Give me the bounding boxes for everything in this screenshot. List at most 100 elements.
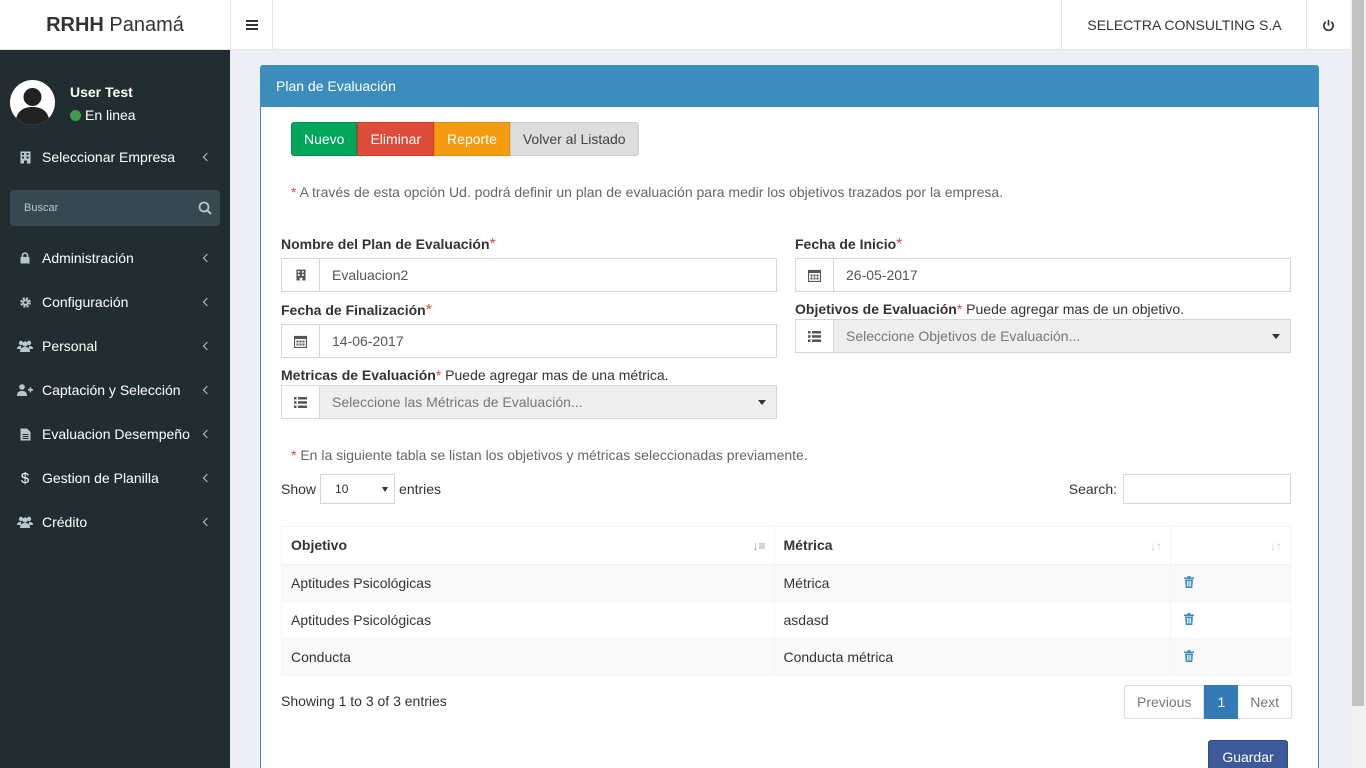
objectives-label: Objetivos de Evaluación* Puede agregar m…: [795, 301, 1184, 317]
objectives-placeholder: Seleccione Objetivos de Evaluación...: [846, 328, 1081, 344]
panel-title: Plan de Evaluación: [261, 66, 1318, 107]
caret-down-icon: [758, 400, 766, 405]
power-icon: [1323, 19, 1334, 31]
plan-name-input[interactable]: [320, 259, 776, 291]
table-note: * En la siguiente tabla se listan los ob…: [291, 447, 808, 463]
sidebar-item-label: Captación y Selección: [42, 382, 181, 398]
logo-bold-text: RRHH: [46, 14, 104, 36]
page-length-value: 10: [335, 482, 349, 496]
metrics-label-text: Metricas de Evaluación: [281, 367, 436, 383]
table-search-label: Search:: [1068, 481, 1117, 497]
info-note: * A través de esta opción Ud. podrá defi…: [291, 184, 1003, 200]
evaluation-plan-panel: Plan de Evaluación Nuevo Eliminar Report…: [260, 65, 1319, 768]
trash-icon[interactable]: [1184, 649, 1195, 665]
page-scrollbar[interactable]: [1350, 0, 1366, 768]
user-silhouette-icon: [15, 88, 50, 125]
users-icon: [15, 340, 35, 352]
user-name: User Test: [70, 84, 133, 100]
calendar-icon: [282, 325, 320, 357]
gear-icon: [15, 296, 35, 309]
column-header-label: Objetivo: [291, 537, 348, 554]
cell-metrica: Métrica: [773, 564, 1172, 602]
search-icon[interactable]: [190, 201, 220, 215]
page-length-control: Show 10 entries: [281, 474, 441, 504]
table-row: Conducta Conducta métrica: [281, 638, 1291, 676]
info-note-text: A través de esta opción Ud. podrá defini…: [296, 184, 1004, 200]
end-date-input[interactable]: [320, 325, 776, 357]
sidebar-item-personal[interactable]: Personal: [0, 324, 230, 368]
metrics-field: Seleccione las Métricas de Evaluación...: [281, 385, 777, 419]
sidebar-search-input[interactable]: [10, 202, 190, 214]
sidebar-item-label: Crédito: [42, 514, 88, 530]
cell-objetivo: Aptitudes Psicológicas: [281, 564, 775, 602]
start-date-field: [795, 258, 1291, 292]
end-date-label-text: Fecha de Finalización: [281, 302, 426, 318]
calendar-icon: [796, 259, 834, 291]
sidebar-toggle-button[interactable]: [230, 0, 273, 50]
sidebar-item-label: Seleccionar Empresa: [42, 149, 176, 165]
next-page-button[interactable]: Next: [1238, 685, 1293, 719]
action-button-group: Nuevo Eliminar Reporte Volver al Listado: [291, 122, 639, 156]
required-mark: *: [896, 236, 903, 253]
table-info: Showing 1 to 3 of 3 entries: [281, 693, 447, 709]
metrics-select[interactable]: Seleccione las Métricas de Evaluación...: [320, 386, 776, 418]
sidebar-item-configuracion[interactable]: Configuración: [0, 280, 230, 324]
start-date-label: Fecha de Inicio*: [795, 236, 902, 254]
scrollbar-thumb[interactable]: [1352, 0, 1364, 706]
page-length-select[interactable]: 10: [320, 474, 396, 504]
metrics-placeholder: Seleccione las Métricas de Evaluación...: [332, 394, 583, 410]
new-button[interactable]: Nuevo: [291, 122, 358, 156]
objectives-field: Seleccione Objetivos de Evaluación...: [795, 319, 1291, 353]
company-name[interactable]: SELECTRA CONSULTING S.A: [1061, 0, 1307, 50]
end-date-field: [281, 324, 777, 358]
sidebar-item-label: Evaluacion Desempeño: [42, 426, 190, 442]
objectives-select[interactable]: Seleccione Objetivos de Evaluación...: [834, 320, 1290, 352]
sort-icon: ↓↑: [1150, 539, 1163, 553]
chevron-left-icon: [202, 517, 212, 527]
sidebar-item-credito[interactable]: Crédito: [0, 500, 230, 544]
chevron-left-icon: [202, 341, 212, 351]
table-header-row: Objetivo ↓≡ Métrica ↓↑ ↓↑: [281, 526, 1291, 566]
column-header-actions[interactable]: ↓↑: [1170, 526, 1291, 566]
logout-button[interactable]: [1306, 0, 1350, 50]
sidebar-item-label: Gestion de Planilla: [42, 470, 159, 486]
chevron-left-icon: [202, 429, 212, 439]
chevron-left-icon: [202, 385, 212, 395]
trash-icon[interactable]: [1184, 575, 1195, 591]
table-search-control: Search:: [1069, 474, 1291, 504]
delete-button[interactable]: Eliminar: [357, 122, 435, 156]
sidebar-item-evaluacion-desempeno[interactable]: Evaluacion Desempeño: [0, 412, 230, 456]
avatar: [10, 80, 55, 125]
app-logo[interactable]: RRHH Panamá: [0, 0, 230, 50]
report-button[interactable]: Reporte: [434, 122, 510, 156]
start-date-input[interactable]: [834, 259, 1290, 291]
sidebar-item-administracion[interactable]: Administración: [0, 236, 230, 280]
plan-name-field: [281, 258, 777, 292]
save-button[interactable]: Guardar: [1208, 740, 1288, 768]
pagination: Previous 1 Next: [1124, 685, 1293, 719]
sidebar-search: [10, 190, 220, 226]
sidebar: User Test En linea Seleccionar Empresa A…: [0, 50, 230, 768]
previous-page-button[interactable]: Previous: [1124, 685, 1205, 719]
chevron-left-icon: [202, 152, 212, 162]
table-note-text: En la siguiente tabla se listan los obje…: [296, 447, 808, 463]
sidebar-item-seleccionar-empresa[interactable]: Seleccionar Empresa: [0, 135, 230, 179]
online-status-icon: [70, 109, 81, 121]
sidebar-item-label: Personal: [42, 338, 98, 354]
sidebar-item-captacion-seleccion[interactable]: Captación y Selección: [0, 368, 230, 412]
caret-down-icon: [1272, 334, 1280, 339]
top-navbar: RRHH Panamá SELECTRA CONSULTING S.A: [0, 0, 1350, 50]
dollar-icon: $: [20, 469, 30, 487]
back-to-list-button[interactable]: Volver al Listado: [509, 122, 639, 156]
sidebar-item-gestion-planilla[interactable]: $ Gestion de Planilla: [0, 456, 230, 500]
start-date-label-text: Fecha de Inicio: [795, 236, 897, 252]
page-button-current[interactable]: 1: [1204, 685, 1239, 719]
building-icon: [15, 151, 35, 164]
metrics-hint: Puede agregar mas de una métrica.: [441, 367, 669, 383]
user-panel: User Test En linea: [0, 50, 230, 140]
chevron-left-icon: [202, 297, 212, 307]
trash-icon[interactable]: [1184, 612, 1195, 628]
column-header-objetivo[interactable]: Objetivo ↓≡: [281, 526, 775, 566]
table-search-input[interactable]: [1123, 474, 1291, 504]
column-header-metrica[interactable]: Métrica ↓↑: [773, 526, 1172, 566]
